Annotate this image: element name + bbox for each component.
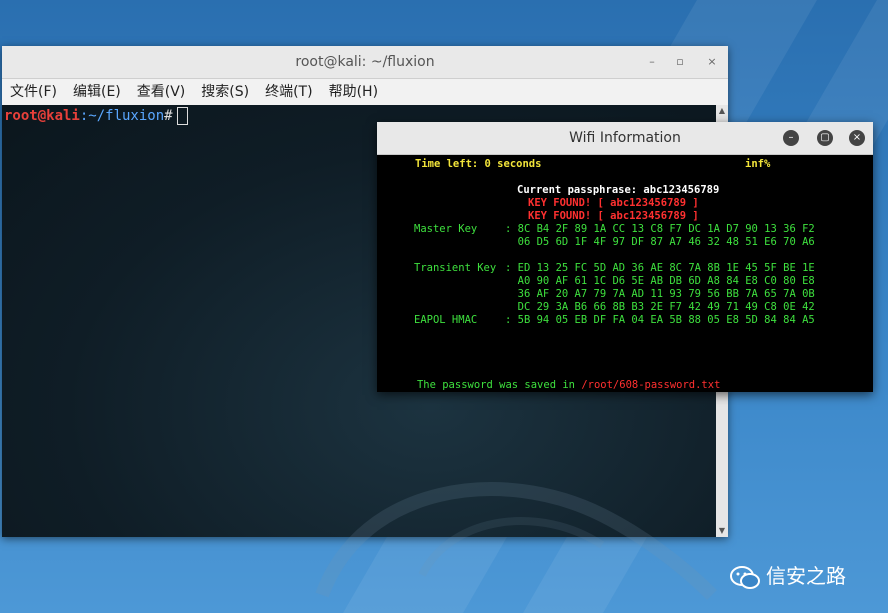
wifi-info-body: Time left: 0 seconds inf% Current passph…: [377, 155, 873, 392]
menubar: 文件(F) 编辑(E) 查看(V) 搜索(S) 终端(T) 帮助(H): [2, 79, 728, 106]
close-icon[interactable]: ×: [704, 54, 720, 70]
prompt-user: root@kali: [4, 108, 80, 124]
scroll-up-icon[interactable]: ▲: [716, 105, 728, 117]
minimize-icon[interactable]: –: [783, 130, 799, 146]
key-found-line: KEY FOUND! [ abc123456789 ]: [528, 210, 699, 222]
maximize-icon[interactable]: ▢: [817, 130, 833, 146]
maximize-icon[interactable]: ▫: [672, 54, 688, 70]
text-cursor: [176, 107, 188, 125]
master-key-label: Master Key: [414, 223, 478, 235]
menu-help[interactable]: 帮助(H): [321, 79, 386, 105]
minimize-icon[interactable]: –: [644, 54, 660, 70]
eapol-hmac-value: : 5B 94 05 EB DF FA 04 EA 5B 88 05 E8 5D…: [505, 314, 815, 326]
transient-key-value: 36 AF 20 A7 79 7A AD 11 93 79 56 BB 7A 6…: [505, 288, 815, 300]
key-found-line: KEY FOUND! [ abc123456789 ]: [528, 197, 699, 209]
wifi-info-window[interactable]: Wifi Information – ▢ × Time left: 0 seco…: [377, 122, 873, 392]
transient-key-label: Transient Key: [414, 262, 497, 274]
terminal-titlebar[interactable]: root@kali: ~/fluxion – ▫ ×: [2, 46, 728, 79]
saved-path: /root/608-password.txt: [581, 379, 721, 391]
master-key-value: 06 D5 6D 1F 4F 97 DF 87 A7 46 32 48 51 E…: [505, 236, 815, 248]
transient-key-value: : ED 13 25 FC 5D AD 36 AE 8C 7A 8B 1E 45…: [505, 262, 815, 274]
watermark-text: 信安之路: [766, 564, 846, 588]
prompt-path: :~/fluxion: [79, 108, 165, 124]
scroll-down-icon[interactable]: ▼: [716, 525, 728, 537]
saved-prefix: The password was saved in: [416, 379, 582, 391]
menu-search[interactable]: 搜索(S): [193, 79, 257, 105]
progress-percent: inf%: [745, 158, 771, 170]
master-key-value: : 8C B4 2F 89 1A CC 13 C8 F7 DC 1A D7 90…: [505, 223, 815, 235]
menu-edit[interactable]: 编辑(E): [65, 79, 129, 105]
kali-dragon-watermark: [315, 482, 717, 600]
wechat-icon: [730, 565, 760, 589]
eapol-hmac-label: EAPOL HMAC: [414, 314, 478, 326]
menu-file[interactable]: 文件(F): [2, 79, 65, 105]
shell-prompt: root@kali:~/fluxion#: [4, 107, 188, 125]
current-passphrase: Current passphrase: abc123456789: [517, 184, 720, 196]
transient-key-value: A0 90 AF 61 1C D6 5E AB DB 6D A8 84 E8 C…: [505, 275, 815, 287]
time-left: Time left: 0 seconds: [415, 158, 542, 170]
wechat-watermark: 信安之路: [730, 560, 846, 590]
menu-terminal[interactable]: 终端(T): [257, 79, 320, 105]
transient-key-value: DC 29 3A B6 66 8B B3 2E F7 42 49 71 49 C…: [505, 301, 815, 313]
terminal-title: root@kali: ~/fluxion: [295, 54, 435, 70]
wifi-titlebar[interactable]: Wifi Information – ▢ ×: [377, 122, 873, 155]
menu-view[interactable]: 查看(V): [129, 79, 194, 105]
prompt-symbol: #: [164, 108, 173, 124]
close-icon[interactable]: ×: [849, 130, 865, 146]
password-saved-line: The password was saved in /root/608-pass…: [379, 366, 720, 405]
